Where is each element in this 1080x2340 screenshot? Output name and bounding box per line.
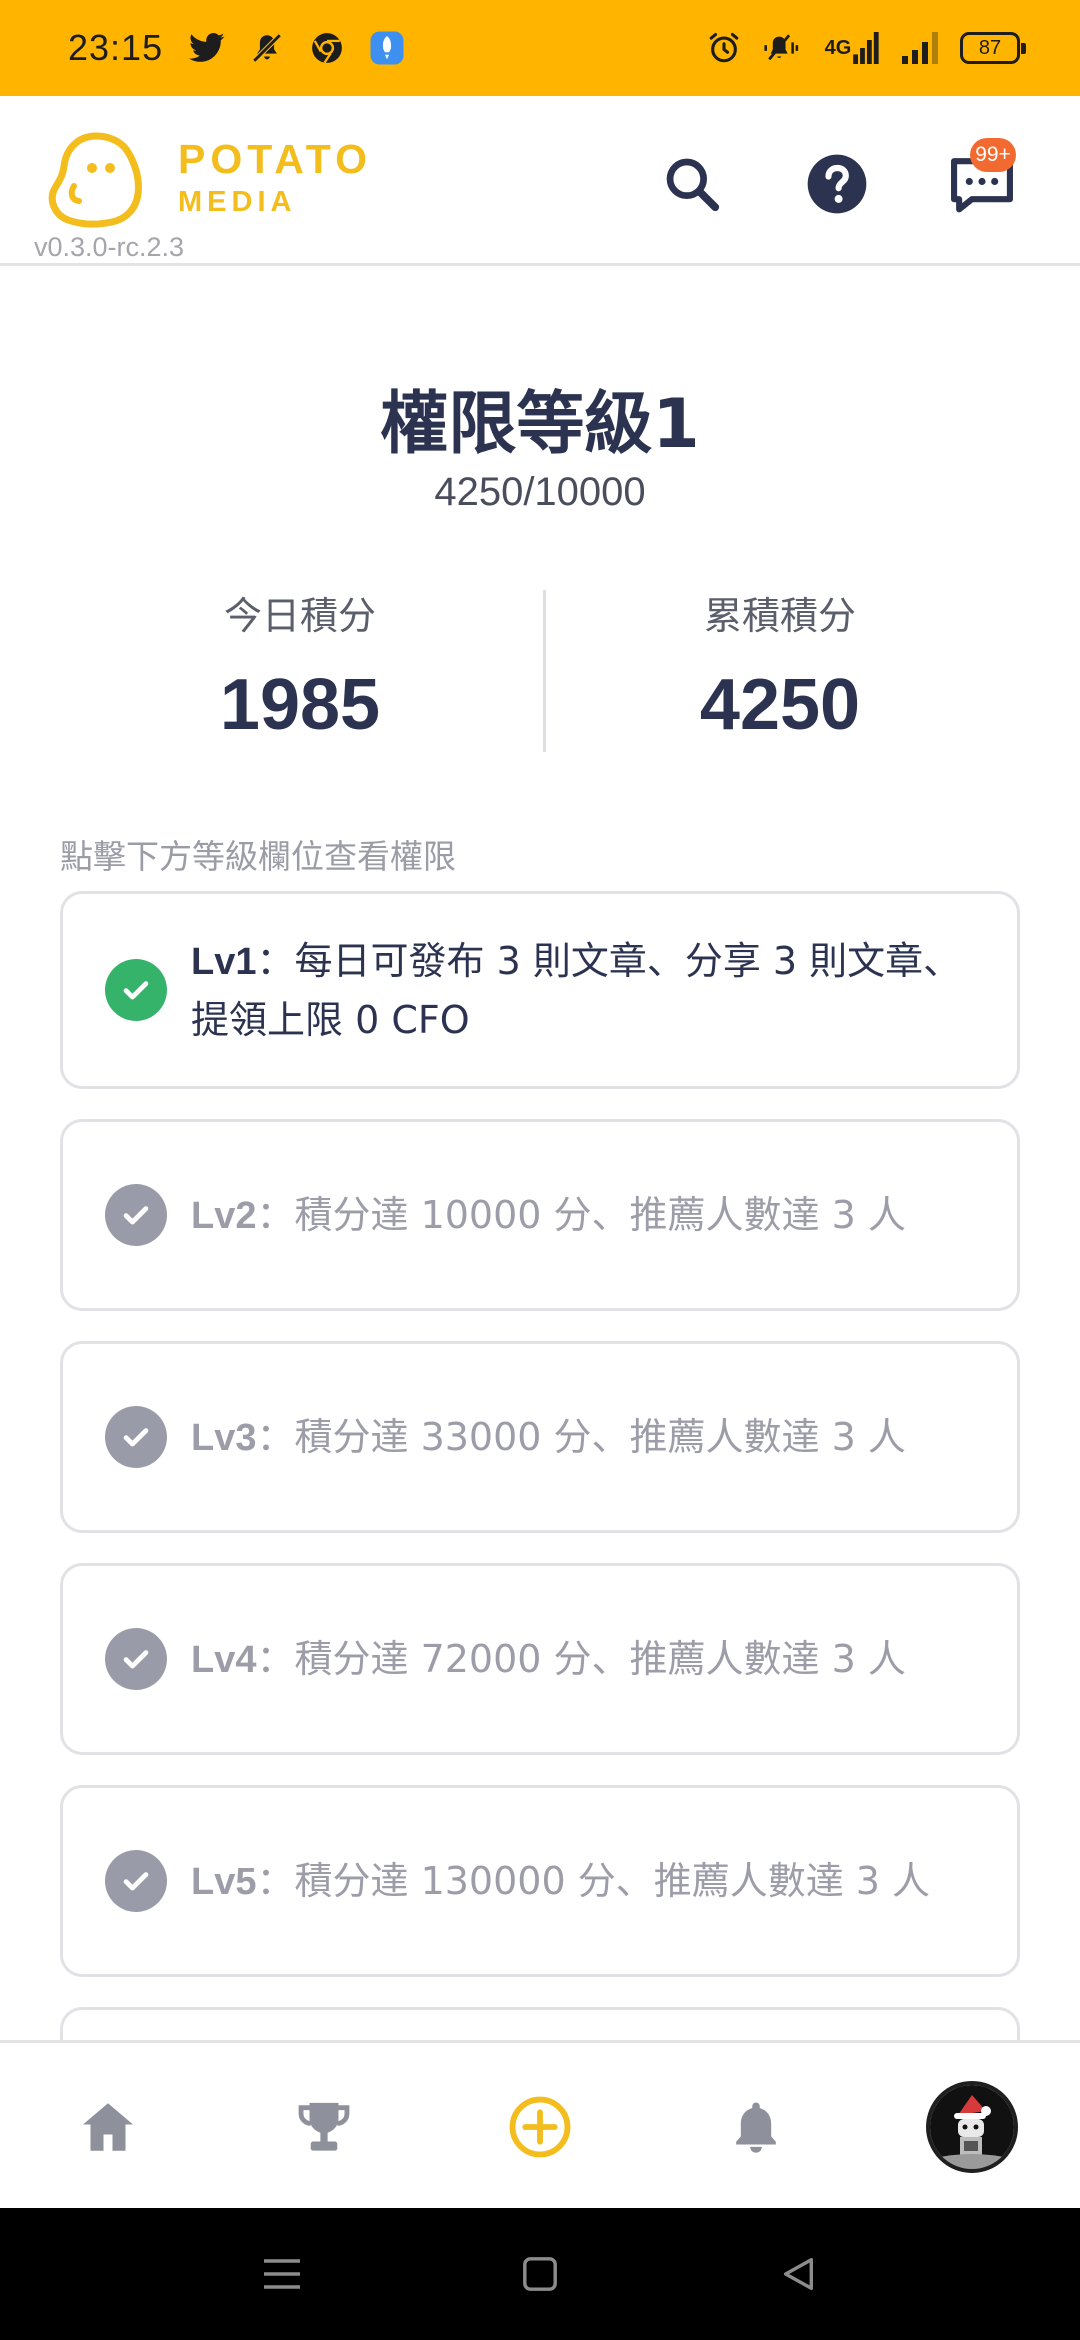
level-card-lv4[interactable]: Lv4：積分達 72000 分、推薦人數達 3 人 xyxy=(60,1563,1020,1755)
level-description: ：積分達 10000 分、推薦人數達 3 人 xyxy=(256,1192,906,1237)
system-home-button[interactable] xyxy=(510,2244,570,2304)
level-card-lv3[interactable]: Lv3：積分達 33000 分、推薦人數達 3 人 xyxy=(60,1341,1020,1533)
today-points-value: 1985 xyxy=(219,665,381,745)
level-list: Lv1：每日可發布 3 則文章、分享 3 則文章、提領上限 0 CFO Lv2：… xyxy=(60,891,1020,2041)
level-card-next[interactable] xyxy=(60,2007,1020,2041)
brand-wordmark[interactable]: POTATO MEDIA xyxy=(178,136,372,222)
level-description: ：積分達 33000 分、推薦人數達 3 人 xyxy=(256,1414,906,1459)
brand-subname: MEDIA xyxy=(178,186,297,218)
level-description: ：積分達 72000 分、推薦人數達 3 人 xyxy=(256,1636,906,1681)
level-card-lv5[interactable]: Lv5：積分達 130000 分、推薦人數達 3 人 xyxy=(60,1785,1020,1977)
today-points-label: 今日積分 xyxy=(223,594,376,638)
potato-logo-icon[interactable] xyxy=(44,128,148,232)
rocket-app-icon xyxy=(367,28,407,68)
tab-ranking[interactable] xyxy=(274,2077,374,2177)
stats-divider xyxy=(543,590,546,752)
messages-badge: 99+ xyxy=(970,138,1016,172)
recent-apps-button[interactable] xyxy=(252,2244,312,2304)
level-tag: Lv1 xyxy=(191,940,257,983)
total-points-label: 累積積分 xyxy=(703,594,856,638)
check-circle-icon xyxy=(105,1406,167,1468)
today-points: 今日積分 1985 xyxy=(90,588,510,746)
tab-create-post[interactable] xyxy=(490,2077,590,2177)
trophy-icon xyxy=(298,2102,350,2151)
signal-4g-icon: 4G xyxy=(820,28,884,68)
level-tag: Lv5 xyxy=(191,1860,257,1903)
level-tag: Lv3 xyxy=(191,1416,257,1459)
tab-profile[interactable] xyxy=(922,2077,1022,2177)
messages-button[interactable]: 99+ xyxy=(942,138,1022,224)
chrome-icon xyxy=(307,28,347,68)
add-circle-icon xyxy=(509,2096,571,2158)
level-progress: 4250/10000 xyxy=(434,470,646,514)
bottom-tab-bar xyxy=(0,2040,1080,2208)
battery-indicator: 87 xyxy=(960,32,1026,64)
search-button[interactable] xyxy=(652,144,732,224)
notifications-off-icon xyxy=(247,28,287,68)
tab-notifications[interactable] xyxy=(706,2077,806,2177)
help-button[interactable] xyxy=(797,144,877,224)
level-description: ：每日可發布 3 則文章、分享 3 則文章、提領上限 0 CFO xyxy=(191,938,962,1042)
back-triangle-icon xyxy=(783,2258,814,2290)
twitter-icon xyxy=(187,28,227,68)
status-system-icons: 4G 87 xyxy=(704,28,1026,68)
system-navigation-bar xyxy=(0,2208,1080,2340)
signal-strength-icon xyxy=(902,28,942,68)
vibrate-mute-icon xyxy=(762,28,802,68)
check-circle-icon xyxy=(105,1850,167,1912)
search-icon xyxy=(666,158,720,212)
menu-icon xyxy=(264,2259,300,2289)
version-label: v0.3.0-rc.2.3 xyxy=(34,232,185,262)
level-tag: Lv2 xyxy=(191,1194,257,1237)
avatar xyxy=(926,2081,1018,2173)
status-time: 23:15 xyxy=(68,27,164,68)
help-icon xyxy=(807,154,867,214)
level-card-lv2[interactable]: Lv2：積分達 10000 分、推薦人數達 3 人 xyxy=(60,1119,1020,1311)
bell-icon xyxy=(736,2102,776,2153)
brand-name: POTATO xyxy=(178,136,372,182)
square-icon xyxy=(523,2257,557,2291)
level-tag: Lv4 xyxy=(191,1638,257,1681)
total-points: 累積積分 4250 xyxy=(570,588,990,746)
tab-home[interactable] xyxy=(58,2077,158,2177)
check-circle-icon xyxy=(105,1184,167,1246)
level-description: ：積分達 130000 分、推薦人數達 3 人 xyxy=(256,1858,931,1903)
check-circle-icon xyxy=(105,959,167,1021)
home-icon xyxy=(83,2103,133,2151)
system-back-button[interactable] xyxy=(768,2244,828,2304)
level-title: 權限等級1 xyxy=(380,385,700,464)
level-hint: 點擊下方等級欄位查看權限 xyxy=(60,837,456,876)
app-header: POTATO MEDIA v0.3.0-rc.2.3 99+ xyxy=(0,96,1080,266)
level-card-lv1[interactable]: Lv1：每日可發布 3 則文章、分享 3 則文章、提領上限 0 CFO xyxy=(60,891,1020,1089)
status-notification-icons xyxy=(187,28,407,68)
status-bar: 23:15 4G 87 xyxy=(0,0,1080,96)
total-points-value: 4250 xyxy=(699,665,861,745)
alarm-icon xyxy=(704,28,744,68)
check-circle-icon xyxy=(105,1628,167,1690)
